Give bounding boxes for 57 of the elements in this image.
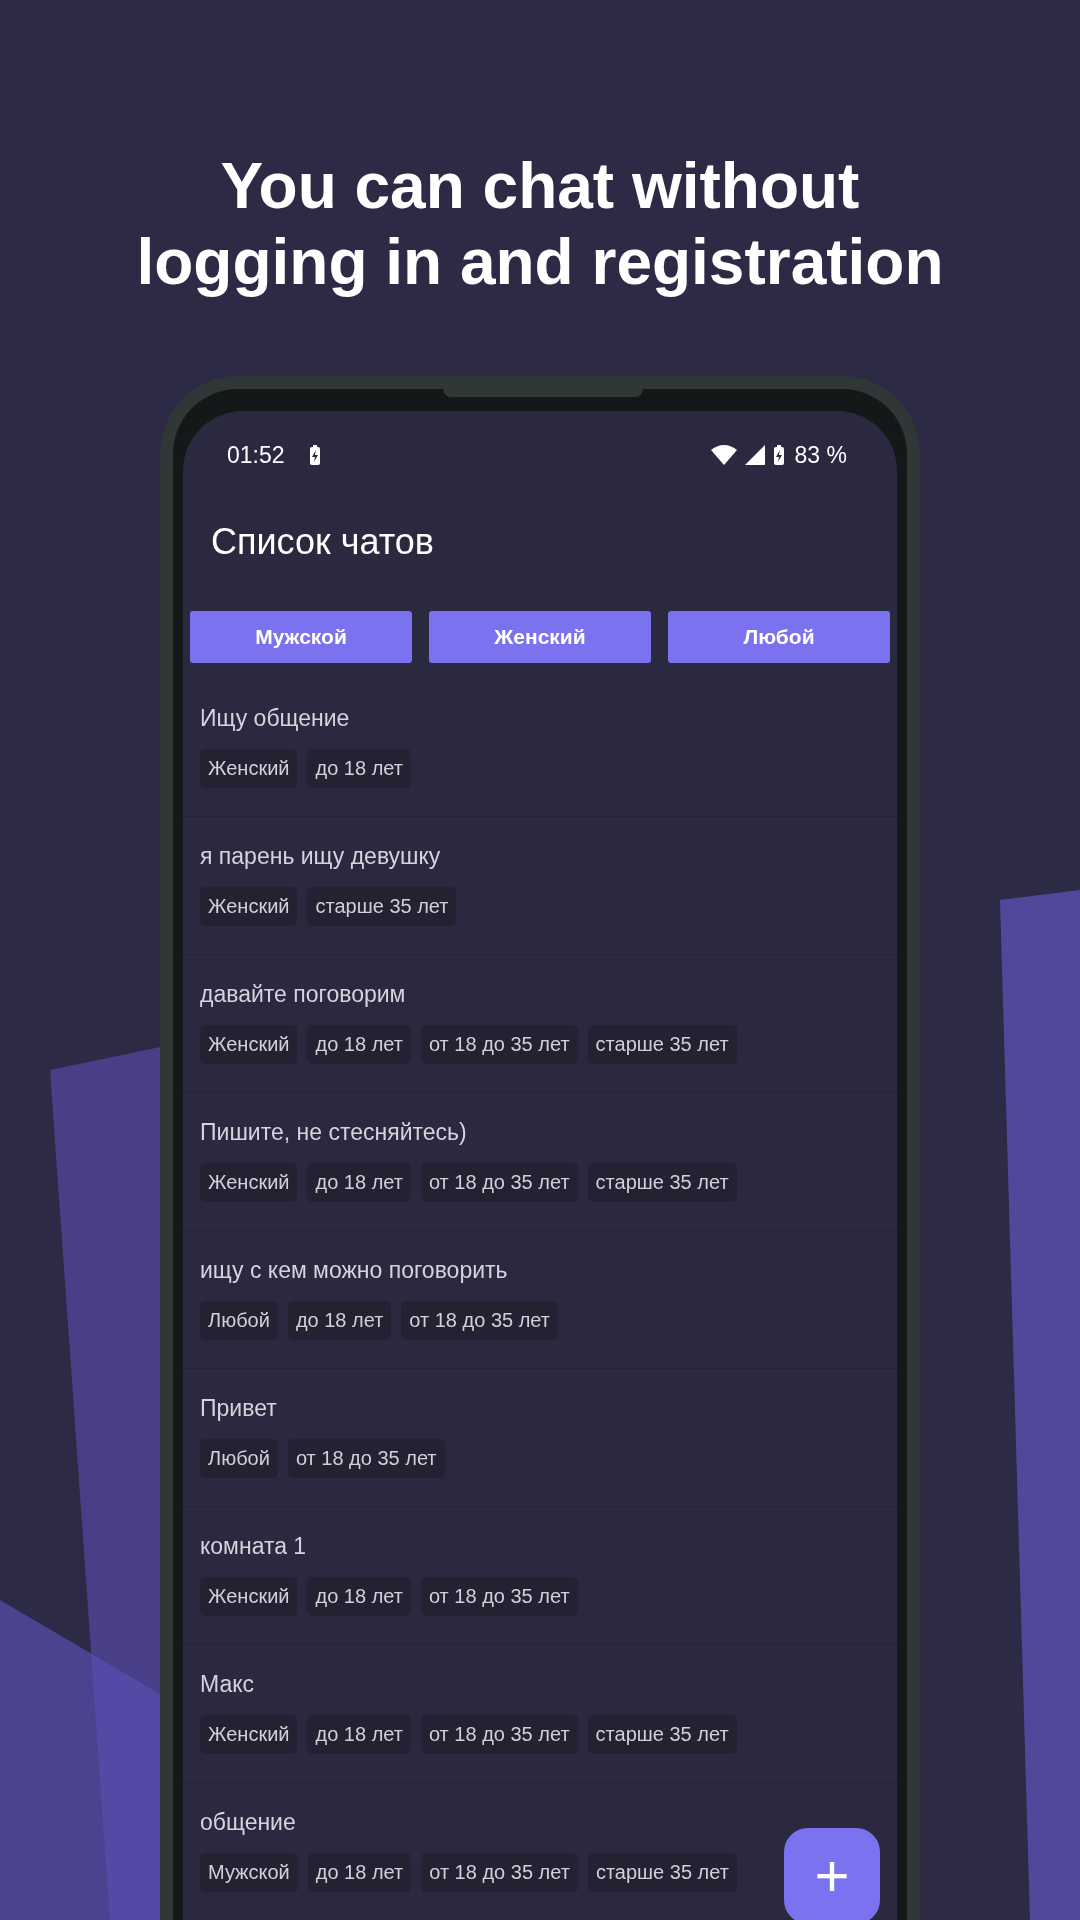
tag: Любой bbox=[200, 1439, 278, 1478]
chat-title: ищу с кем можно поговорить bbox=[200, 1257, 509, 1285]
battery-charging-icon bbox=[308, 445, 321, 465]
tag: до 18 лет bbox=[307, 749, 411, 788]
tag: старше 35 лет bbox=[587, 1025, 737, 1064]
battery-level: 83 % bbox=[794, 441, 847, 469]
headline: You can chat without logging in and registration bbox=[135, 149, 945, 300]
tag: старше 35 лет bbox=[587, 1715, 737, 1754]
tag: Женский bbox=[200, 887, 298, 926]
chat-item[interactable]: Макс Женский до 18 лет от 18 до 35 лет старше 35 лет bbox=[183, 1645, 897, 1783]
tag: от 18 до 35 лет bbox=[287, 1439, 445, 1478]
chat-item[interactable]: Привет Любой от 18 до 35 лет bbox=[183, 1369, 897, 1507]
tag: до 18 лет bbox=[307, 1715, 411, 1754]
tag: до 18 лет bbox=[307, 1577, 411, 1616]
tag: от 18 до 35 лет bbox=[401, 1301, 558, 1340]
tag: Женский bbox=[200, 1715, 298, 1754]
tag: Мужской bbox=[200, 1853, 298, 1892]
tag: Женский bbox=[200, 749, 298, 788]
tag: от 18 до 35 лет bbox=[420, 1577, 578, 1616]
tag: Женский bbox=[200, 1577, 298, 1616]
chat-item[interactable]: я парень ищу девушку Женский старше 35 лет bbox=[183, 817, 897, 955]
chat-item[interactable]: комната 1 Женский до 18 лет от 18 до 35 лет bbox=[183, 1507, 897, 1645]
chat-item[interactable]: давайте поговорим Женский до 18 лет от 18 до 35 лет старше 35 лет bbox=[183, 955, 897, 1093]
tag: до 18 лет bbox=[307, 1025, 411, 1064]
tag: от 18 до 35 лет bbox=[420, 1025, 578, 1064]
tag: Любой bbox=[200, 1301, 278, 1340]
chat-title: Привет bbox=[200, 1395, 278, 1423]
tag: от 18 до 35 лет bbox=[420, 1715, 578, 1754]
battery-charging-icon bbox=[772, 445, 785, 465]
tag: от 18 до 35 лет bbox=[420, 1163, 578, 1202]
chat-title: давайте поговорим bbox=[200, 981, 407, 1009]
chat-title: Пишите, не стесняйтесь) bbox=[200, 1119, 468, 1147]
chat-item[interactable]: Пишите, не стесняйтесь) Женский до 18 лет от 18 до 35 лет старше 35 лет bbox=[183, 1093, 897, 1231]
filter-button[interactable]: Любой bbox=[668, 611, 890, 663]
screen-title: Список чатов bbox=[210, 520, 435, 564]
tag: от 18 до 35 лет bbox=[421, 1853, 578, 1892]
chat-item[interactable]: ищу с кем можно поговорить Любой до 18 лет от 18 до 35 лет bbox=[183, 1231, 897, 1369]
tag: до 18 лет bbox=[307, 1163, 411, 1202]
tag: до 18 лет bbox=[287, 1301, 392, 1340]
tag: до 18 лет bbox=[307, 1853, 412, 1892]
tag: старше 35 лет bbox=[307, 887, 457, 926]
status-time: 01:52 bbox=[227, 441, 285, 469]
add-button[interactable]: + bbox=[784, 1828, 880, 1920]
tag: Женский bbox=[200, 1163, 298, 1202]
chat-title: комната 1 bbox=[200, 1533, 308, 1561]
chat-title: я парень ищу девушку bbox=[200, 843, 442, 871]
wifi-icon bbox=[710, 445, 737, 465]
chat-title: общение bbox=[200, 1809, 297, 1837]
chat-item[interactable]: Ищу общение Женский до 18 лет bbox=[183, 679, 897, 817]
signal-icon bbox=[744, 445, 765, 465]
tag: старше 35 лет bbox=[587, 1163, 737, 1202]
filter-button[interactable]: Мужской bbox=[190, 611, 412, 663]
tag: Женский bbox=[200, 1025, 298, 1064]
chat-title: Ищу общение bbox=[200, 705, 351, 733]
filter-button[interactable]: Женский bbox=[429, 611, 651, 663]
tag: старше 35 лет bbox=[587, 1853, 737, 1892]
chat-title: Макс bbox=[200, 1671, 256, 1699]
